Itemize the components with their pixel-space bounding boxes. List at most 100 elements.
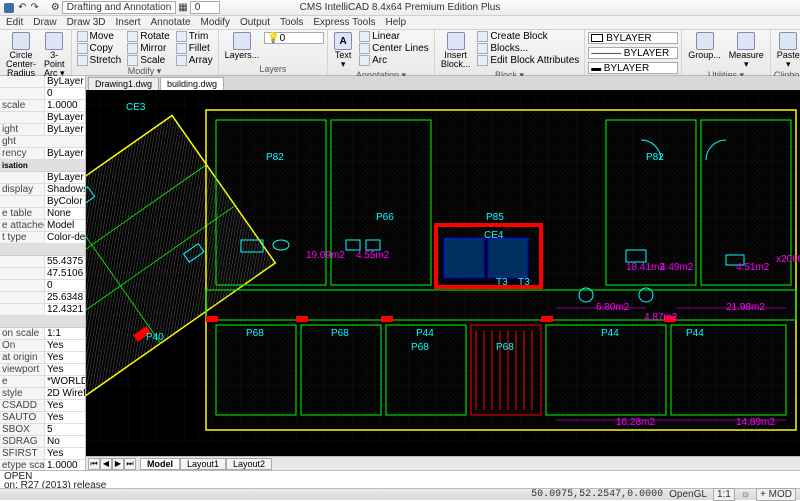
canvas-area: Drawing1.dwg building.dwg: [86, 76, 800, 470]
prop-row[interactable]: viewportYes: [0, 364, 85, 376]
prop-row[interactable]: 0: [0, 88, 85, 100]
arc-button[interactable]: 3-PointArc ▾: [41, 31, 68, 79]
prop-row[interactable]: ightByLayer: [0, 124, 85, 136]
prop-row[interactable]: style2D Wireframe: [0, 388, 85, 400]
menu-modify[interactable]: Modify: [201, 17, 230, 28]
prop-row[interactable]: displayShadows cast and rece..: [0, 184, 85, 196]
prop-row[interactable]: SFIRSTYes: [0, 448, 85, 460]
prop-row[interactable]: SAUTOYes: [0, 412, 85, 424]
prop-row[interactable]: 55.4375: [0, 256, 85, 268]
layer-select[interactable]: 💡0: [264, 32, 324, 44]
menu-annotate[interactable]: Annotate: [151, 17, 191, 28]
workspace: ByLayer0scale1.0000ByLayerightByLayerght…: [0, 76, 800, 470]
prop-row[interactable]: CSADDYes: [0, 400, 85, 412]
edit-block-attr-button[interactable]: Edit Block Attributes: [475, 55, 581, 66]
prop-row[interactable]: 25.6348: [0, 292, 85, 304]
centerlines-button[interactable]: Center Lines: [357, 43, 431, 54]
paste-icon: [779, 32, 797, 50]
create-block-button[interactable]: Create Block: [475, 31, 581, 42]
qat-redo-icon[interactable]: ↷: [30, 2, 38, 13]
cmd-line-1: OPEN: [4, 472, 796, 481]
tab-layout1[interactable]: Layout1: [180, 458, 226, 470]
menu-draw[interactable]: Draw: [33, 17, 56, 28]
measure-button[interactable]: Measure▾: [726, 31, 767, 70]
svg-text:P68: P68: [496, 342, 514, 353]
scale-button[interactable]: Scale: [125, 55, 171, 66]
prop-row[interactable]: t typeColor-dependent print st..: [0, 232, 85, 244]
qat-layer-icon[interactable]: ▦: [178, 2, 187, 13]
status-sun-icon[interactable]: ☼: [741, 489, 750, 500]
svg-text:4.51m2: 4.51m2: [736, 262, 770, 273]
text-button[interactable]: AText▾: [331, 31, 355, 70]
move-button[interactable]: Move: [75, 31, 124, 42]
tab-layout2[interactable]: Layout2: [226, 458, 272, 470]
prop-row[interactable]: 0: [0, 280, 85, 292]
prop-row[interactable]: 12.4321: [0, 304, 85, 316]
prop-row[interactable]: scale1.0000: [0, 100, 85, 112]
menu-help[interactable]: Help: [385, 17, 406, 28]
status-mod[interactable]: + MOD: [756, 488, 796, 501]
svg-text:6.80m2: 6.80m2: [596, 302, 630, 313]
prop-row[interactable]: e attached toModel: [0, 220, 85, 232]
title-bar: ↶ ↷ ⚙ Drafting and Annotation ▦ 0 CMS In…: [0, 0, 800, 16]
prop-row[interactable]: on scale1:1: [0, 328, 85, 340]
layer-quick[interactable]: 0: [190, 1, 220, 14]
prop-row[interactable]: OnYes: [0, 340, 85, 352]
qat-undo-icon[interactable]: ↶: [18, 2, 26, 13]
ribbon-group-clipboard: Paste▾ Clipboard: [771, 30, 800, 75]
menu-insert[interactable]: Insert: [115, 17, 140, 28]
menu-output[interactable]: Output: [240, 17, 270, 28]
prop-row[interactable]: 47.5106: [0, 268, 85, 280]
linetype-select[interactable]: ——— BYLAYER: [588, 47, 678, 59]
menu-draw3d[interactable]: Draw 3D: [67, 17, 106, 28]
rotate-button[interactable]: Rotate: [125, 31, 171, 42]
prop-row[interactable]: ByColor: [0, 196, 85, 208]
stretch-button[interactable]: Stretch: [75, 55, 124, 66]
fillet-button[interactable]: Fillet: [174, 43, 215, 54]
svg-text:P68: P68: [246, 328, 264, 339]
document-tabs: Drawing1.dwg building.dwg: [86, 76, 800, 90]
prop-row[interactable]: ByLayer: [0, 76, 85, 88]
layout-nav[interactable]: ⏮◀▶⏭: [88, 458, 136, 470]
trim-button[interactable]: Trim: [174, 31, 215, 42]
layers-button[interactable]: Layers...: [222, 31, 263, 61]
lineweight-select[interactable]: ▬ BYLAYER: [588, 62, 678, 74]
array-button[interactable]: Array: [174, 55, 215, 66]
prop-row[interactable]: e tableNone: [0, 208, 85, 220]
prop-row[interactable]: ght: [0, 136, 85, 148]
status-bar: 50.0975,52.2547,0.0000 OpenGL 1:1 ☼ + MO…: [0, 488, 800, 500]
linear-dim-button[interactable]: Linear: [357, 31, 431, 42]
copy-button[interactable]: Copy: [75, 43, 124, 54]
status-scale[interactable]: 1:1: [713, 488, 735, 501]
menu-express[interactable]: Express Tools: [313, 17, 375, 28]
arc-dim-button[interactable]: Arc: [357, 55, 431, 66]
menu-edit[interactable]: Edit: [6, 17, 23, 28]
paste-button[interactable]: Paste▾: [774, 31, 800, 70]
tab-building[interactable]: building.dwg: [160, 77, 224, 90]
prop-row[interactable]: ByLayer: [0, 112, 85, 124]
group-button[interactable]: Group...: [685, 31, 724, 61]
properties-panel[interactable]: ByLayer0scale1.0000ByLayerightByLayerght…: [0, 76, 86, 470]
mirror-button[interactable]: Mirror: [125, 43, 171, 54]
tab-model[interactable]: Model: [140, 458, 180, 470]
text-icon: A: [334, 32, 352, 50]
prop-row[interactable]: rencyByLayer: [0, 148, 85, 160]
prop-row[interactable]: at originYes: [0, 352, 85, 364]
prop-row[interactable]: etype scale1.0000: [0, 460, 85, 470]
svg-text:CE3: CE3: [126, 102, 146, 113]
svg-text:T3: T3: [518, 277, 530, 288]
prop-row[interactable]: SBOX5: [0, 424, 85, 436]
svg-text:P40: P40: [146, 332, 164, 343]
drawing-canvas[interactable]: P82P82P66P85CE4CE3P68P68T3T3P44P44P44P68…: [86, 90, 800, 456]
insert-block-button[interactable]: InsertBlock...: [438, 31, 474, 70]
menu-tools[interactable]: Tools: [280, 17, 303, 28]
tab-drawing1[interactable]: Drawing1.dwg: [88, 77, 159, 90]
prop-row[interactable]: ByLayer: [0, 172, 85, 184]
svg-text:P68: P68: [411, 342, 429, 353]
prop-row[interactable]: e*WORLD*: [0, 376, 85, 388]
prop-row[interactable]: SDRAGNo: [0, 436, 85, 448]
command-line[interactable]: OPEN on: R27 (2013) release: [0, 470, 800, 488]
blocks-button[interactable]: Blocks...: [475, 43, 581, 54]
color-select[interactable]: BYLAYER: [588, 32, 678, 44]
workspace-selector[interactable]: Drafting and Annotation: [62, 1, 177, 14]
